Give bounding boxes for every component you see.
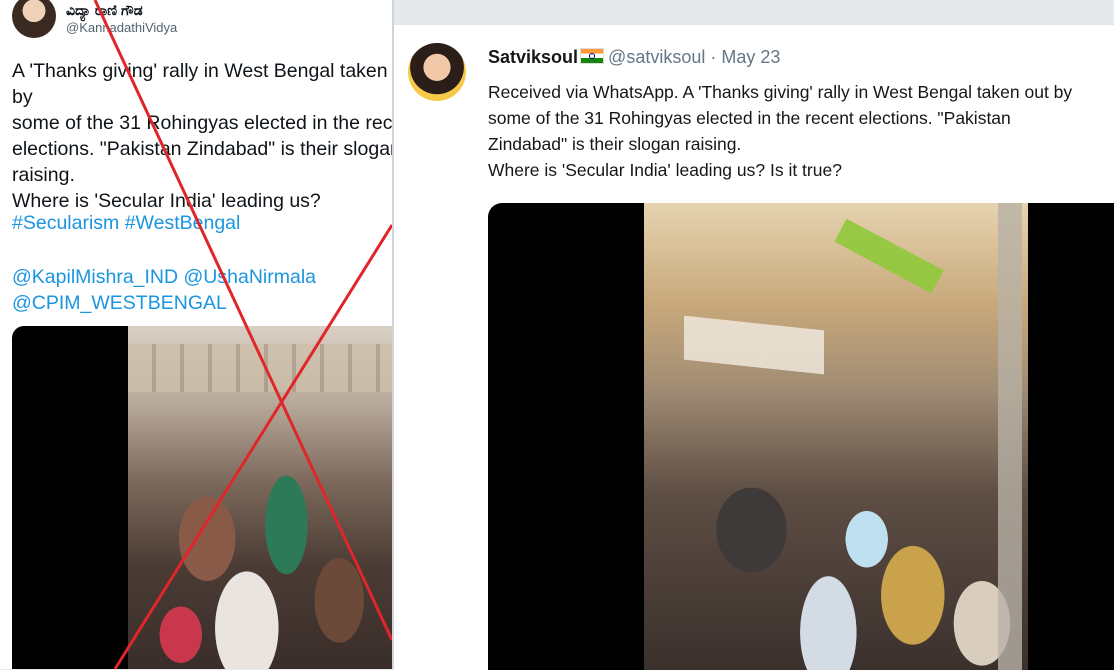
author-handle[interactable]: @satviksoul — [608, 47, 705, 67]
hashtags-link[interactable]: #Secularism #WestBengal — [12, 212, 240, 235]
tweet-text: Received via WhatsApp. A 'Thanks giving'… — [488, 82, 1073, 180]
shop-front — [128, 344, 392, 392]
video-player[interactable] — [488, 203, 1114, 670]
author-handle[interactable]: @KannadathiVidya — [66, 20, 177, 35]
green-banner — [834, 218, 944, 294]
india-flag-icon — [580, 48, 605, 64]
video-frame — [128, 326, 392, 669]
mentions-link[interactable]: @KapilMishra_IND @UshaNirmala @CPIM_WEST… — [12, 264, 316, 316]
tweet-text: A 'Thanks giving' rally in West Bengal t… — [12, 60, 392, 212]
video-player[interactable] — [12, 326, 392, 669]
pole — [998, 203, 1022, 670]
avatar[interactable] — [408, 43, 466, 101]
avatar[interactable] — [12, 0, 56, 38]
author-name[interactable]: Satviksoul — [488, 47, 578, 67]
shop-sign — [684, 315, 824, 375]
video-frame — [644, 203, 1028, 670]
tweet-header: Satviksoul @satviksoul · May 23 — [488, 47, 780, 68]
tweet-date[interactable]: May 23 — [721, 47, 780, 67]
author-name[interactable]: ವಿದ್ಯಾ ರಾಣಿ ಗೌಡ — [66, 2, 143, 19]
right-tweet: Satviksoul @satviksoul · May 23 Received … — [394, 24, 1114, 670]
separator: · — [710, 47, 717, 67]
left-tweet: ವಿದ್ಯಾ ರಾಣಿ ಗೌಡ @KannadathiVidya A 'Than… — [0, 0, 392, 669]
